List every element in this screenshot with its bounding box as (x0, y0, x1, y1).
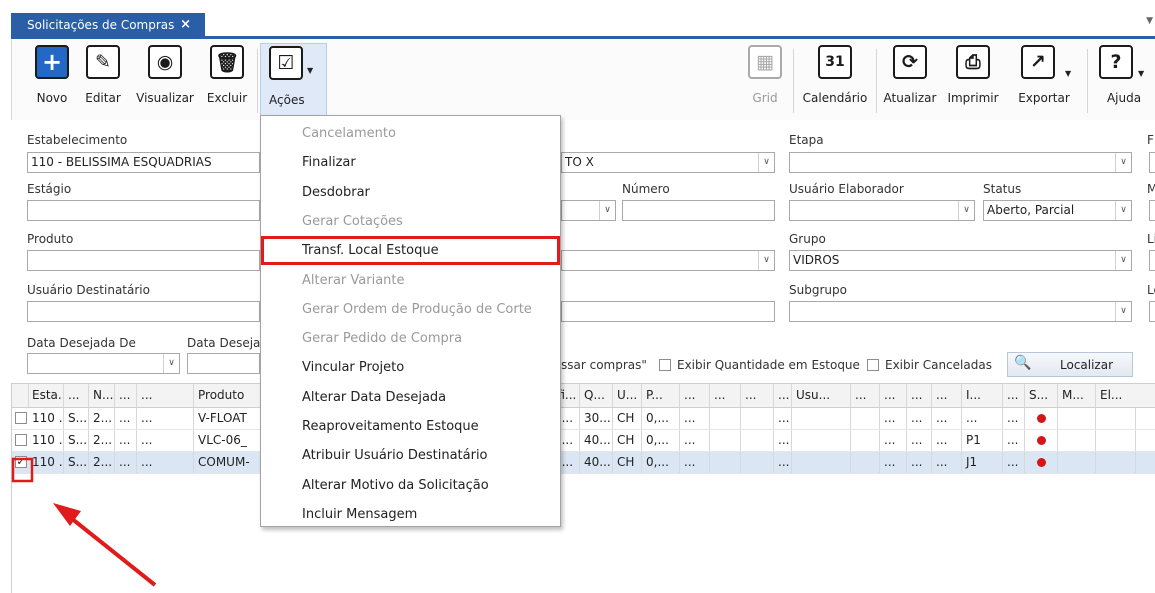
arrow-shaft (64, 512, 157, 587)
checkbox-highlight-box (11, 457, 34, 483)
annotation-overlay (11, 457, 157, 587)
